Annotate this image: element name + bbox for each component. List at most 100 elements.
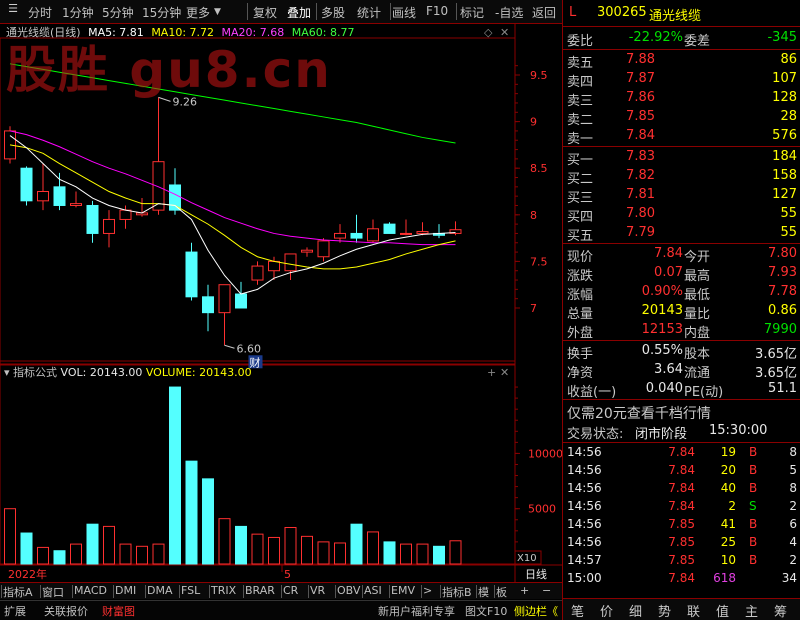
price-tick-label: 9 [530,116,537,129]
fundamental-label: 股本 [684,347,711,362]
candle-body [37,191,49,202]
volume-bar [268,536,280,565]
volume-bar [202,478,214,565]
volume-bar [433,545,445,565]
volume-bar [103,525,115,565]
bid-volume: 184 [772,149,797,164]
bid-row: 买五 7.79 55 [563,224,800,244]
status-item[interactable]: 财富图 [102,603,135,619]
indicator-tab[interactable]: 指标B [442,584,472,600]
volume-legend: ▾ 指标公式 VOL: 20143.00 VOLUME: 20143.00 [4,364,252,380]
bid-price: 7.80 [626,206,655,221]
close-icon[interactable]: ✕ [500,366,509,379]
toolbar-item[interactable]: 叠加 [287,4,311,21]
promo-text[interactable]: 仅需20元查看千档行情 [567,403,711,423]
indicator-tab[interactable]: BRAR [245,584,275,597]
toolbar-item[interactable]: 15分钟 [142,4,181,21]
volume-bar [301,535,313,565]
ask-price: 7.84 [626,128,655,143]
kline-chart[interactable]: 9.598.587.579.266.60财◇ ✕+ ✕100005000X10202… [0,24,562,582]
status-item[interactable]: 侧边栏《 [514,603,558,619]
status-item[interactable]: 关联报价 [44,603,88,619]
tick-count: 8 [789,445,797,459]
panel-tab[interactable]: 细 [629,601,642,620]
add-icon[interactable]: + [487,366,496,379]
bid-price: 7.83 [626,149,655,164]
toolbar-item[interactable]: 画线 [392,4,416,21]
indicator-tab[interactable]: 窗口 [42,584,64,600]
volume-value: VOLUME: 20143.00 [145,366,252,379]
collapse-icon[interactable]: ▾ [4,366,10,379]
status-item[interactable]: 图文F10 [465,603,507,619]
candle-body [284,253,297,272]
status-item[interactable]: 扩展 [4,603,26,619]
candle-body [152,161,165,211]
indicator-tab[interactable]: DMA [147,584,173,597]
toolbar-item[interactable]: 返回 [532,4,556,21]
ask-row: 卖四 7.87 107 [563,70,800,90]
tick-row: 14:56 7.85 25 B 4 [563,534,800,552]
indicator-tab[interactable]: FSL [181,584,200,597]
panel-tab[interactable]: 主 [745,601,758,620]
volume-bar [383,541,396,565]
toolbar-item[interactable]: 标记 [460,4,484,21]
promo-row[interactable]: 仅需20元查看千档行情 [563,402,800,422]
indicator-tab[interactable]: VR [310,584,325,597]
indicator-tab[interactable]: DMI [115,584,136,597]
toolbar-item[interactable]: F10 [426,4,448,18]
high-marker-line [158,96,171,102]
tick-row: 14:56 7.84 20 B 5 [563,462,800,480]
indicator-tab[interactable]: 指标A [3,584,33,600]
panel-tab[interactable]: 势 [658,601,671,620]
indicator-tab[interactable]: EMV [391,584,415,597]
volume-bar [284,527,297,565]
panel-tab[interactable]: 值 [716,601,729,620]
stat-label: 涨幅 [567,288,594,303]
stat-value: 20143 [641,303,683,318]
toolbar-item[interactable]: 1分钟 [62,4,94,21]
stock-name: 通光线缆 [649,9,702,24]
status-item[interactable]: 新用户福利专享 [378,603,455,619]
close-icon[interactable]: ✕ [500,26,509,39]
toolbar-item[interactable]: 统计 [357,4,381,21]
more-dropdown-icon[interactable]: ▼ [214,7,221,17]
zoom-in-icon[interactable]: + [520,584,529,597]
panel-tab[interactable]: 价 [600,601,613,620]
toolbar-item[interactable]: 更多 [186,4,210,21]
toolbar-item[interactable]: 5分钟 [102,4,134,21]
ask-label: 卖四 [567,75,594,90]
panel-tab[interactable]: 笔 [571,601,584,620]
indicator-tab[interactable]: ASI [364,584,382,597]
indicator-tabbar: 指标A 窗口 MACD DMI DMA FSL TRIX BRAR CR VR OBV ASI EMV >… [0,582,562,599]
indicator-tab[interactable]: 模 [478,584,489,600]
panel-tab[interactable]: 联 [687,601,700,620]
tick-count: 4 [789,535,797,549]
indicator-tab[interactable]: MACD [74,584,107,597]
indicator-tab[interactable]: > [423,584,432,597]
candle-body [53,186,66,206]
tick-count: 8 [789,481,797,495]
candle-body [202,296,214,314]
indicator-tab[interactable]: TRIX [211,584,236,597]
indicator-tab[interactable]: 板 [496,584,507,600]
toolbar-item[interactable]: 多股 [321,4,345,21]
fundamental-value: 0.55% [641,343,683,358]
quote-header: L 300265 通光线缆 [563,2,800,24]
tick-count: 6 [789,517,797,531]
tick-time: 14:56 [567,499,602,513]
toolbar-item[interactable]: 分时 [28,4,52,21]
indicator-tab[interactable]: OBV [337,584,360,597]
fundamental-label: 换手 [567,347,594,362]
volume-bar [119,543,132,565]
stat-label: 现价 [567,250,594,265]
toolbar-item[interactable]: 复权 [253,4,277,21]
panel-tab[interactable]: 筹 [774,601,787,620]
indicator-tab[interactable]: CR [283,584,298,597]
toolbar-item[interactable]: -自选 [495,4,523,21]
menu-icon[interactable]: ☰ [6,2,20,16]
stat-label: 今开 [684,250,711,265]
settings-icon[interactable]: ◇ [484,26,493,39]
fundamental-row: 收益(一) 0.040 PE(动) 51.1 [563,380,800,400]
zoom-out-icon[interactable]: − [542,584,551,597]
indicator-formula-label[interactable]: 指标公式 [13,366,57,379]
